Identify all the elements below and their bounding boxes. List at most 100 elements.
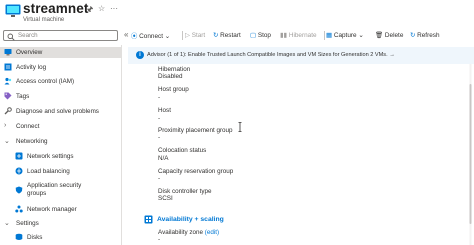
iam-icon [4,77,12,85]
stop-icon: ▢ [250,32,257,39]
sidebar-item-label: Disks [27,234,43,241]
sidebar-group-networking[interactable]: ⌄ Networking [0,136,121,147]
virtual-machine-icon [5,4,21,17]
chevron-down-icon: ⌄ [4,138,10,145]
hibernate-icon: ▮▮ [280,32,288,39]
edit-availability-zone-link[interactable]: (edit) [205,229,219,236]
sidebar-item-diagnose[interactable]: Diagnose and solve problems [0,106,121,117]
colocation-status-label: Colocation status [158,147,207,154]
disk-controller-type-value: SCSI [158,195,173,202]
connect-button[interactable]: ⦿ Connect ⌄ [131,31,170,40]
load-balancing-icon [15,167,23,175]
stop-label: Stop [257,32,271,39]
search-icon [7,33,15,41]
sidebar-item-label: Access control (IAM) [16,78,75,85]
sidebar-item-label-line2: groups [27,190,47,197]
resource-header: streamnet Virtual machine 🖈 ☆ ··· [0,0,474,27]
host-group-label: Host group [158,86,189,93]
sidebar-item-label: Application security [27,182,82,189]
restart-button[interactable]: ↻ Restart [213,31,241,39]
start-label: Start [191,32,206,39]
hibernate-label: Hibernate [288,32,317,39]
sidebar-item-access-control[interactable]: Access control (IAM) [0,76,121,87]
hibernation-value: Disabled [158,73,183,80]
refresh-label: Refresh [417,32,440,39]
connect-label: Connect [139,33,163,40]
capture-button[interactable]: ▦ Capture ⌄ [326,31,364,39]
text-cursor-icon [238,122,242,132]
start-button[interactable]: ▷ Start [185,31,205,39]
pin-icon[interactable]: 🖈 [86,4,93,18]
availability-scaling-icon [144,215,153,224]
chevron-right-icon: › [4,122,7,129]
tag-icon [4,92,12,100]
sidebar-item-label: Activity log [16,64,47,71]
proximity-placement-group-label: Proximity placement group [158,127,233,134]
properties-panel: Hibernation Disabled Host group - Host -… [122,64,474,245]
chevron-down-icon: ⌄ [4,220,10,227]
network-manager-icon [15,205,23,213]
arrow-right-icon: → [389,52,395,58]
host-label: Host [158,107,171,114]
capacity-reservation-group-label: Capacity reservation group [158,168,234,175]
proximity-placement-group-value: - [158,134,161,141]
host-value: - [158,115,161,122]
asg-icon [15,186,23,194]
colocation-status-value: N/A [158,155,169,162]
sidebar-search-input[interactable]: Search [3,30,118,41]
availability-zone-text: Availability zone [158,229,204,236]
advisor-banner[interactable]: i Advisor (1 of 1): Enable Trusted Launc… [128,47,474,64]
sidebar-item-network-manager[interactable]: Network manager [0,204,121,215]
capacity-reservation-group-value: - [158,175,161,182]
sidebar-item-disks[interactable]: Disks [0,232,121,243]
delete-icon: 🗑 [375,32,384,39]
sidebar: Overview Activity log Access control (IA… [0,45,122,245]
sidebar-item-label: Network manager [27,206,77,213]
capture-label: Capture [333,32,357,39]
disks-icon [15,233,23,240]
sidebar-item-label: Settings [16,220,39,227]
delete-button[interactable]: 🗑 Delete [375,31,403,39]
restart-label: Restart [220,32,241,39]
advisor-message: Advisor (1 of 1): Enable Trusted Launch … [147,52,388,58]
command-bar: ⦿ Connect ⌄ ▷ Start ↻ Restart ▢ Stop ▮▮ … [128,28,474,42]
page-title: streamnet [23,1,89,16]
sidebar-item-network-settings[interactable]: Network settings [0,151,121,162]
activity-log-icon [4,63,12,71]
availability-zone-label: Availability zone (edit) [158,229,219,236]
page-subtitle: Virtual machine [23,17,65,23]
sidebar-item-activity-log[interactable]: Activity log [0,62,121,73]
connect-icon: ⦿ [131,33,138,40]
availability-scaling-heading: Availability + scaling [157,216,224,223]
sidebar-item-load-balancing[interactable]: Load balancing [0,166,121,177]
advisor-text: Advisor (1 of 1): Enable Trusted Launch … [147,52,395,58]
sidebar-item-label: Tags [16,93,30,100]
sidebar-group-settings[interactable]: ⌄ Settings [0,218,121,229]
hibernate-button[interactable]: ▮▮ Hibernate [280,31,317,39]
sidebar-item-connect[interactable]: › Connect [0,121,121,132]
sidebar-item-label: Networking [16,138,48,145]
sidebar-item-application-security-groups[interactable]: Application security groups [0,181,121,201]
more-icon[interactable]: ··· [110,4,118,13]
sidebar-item-label: Network settings [27,153,74,160]
sidebar-item-overview[interactable]: Overview [0,47,121,58]
overview-icon [4,49,12,56]
refresh-button[interactable]: ↻ Refresh [410,31,440,39]
stop-button[interactable]: ▢ Stop [250,31,271,39]
chevron-down-icon: ⌄ [358,32,364,39]
sidebar-item-label: Load balancing [27,168,70,175]
wrench-icon [4,107,12,115]
info-icon: i [136,51,144,59]
content-scrollbar[interactable] [468,64,473,245]
search-placeholder: Search [18,32,38,39]
sidebar-item-tags[interactable]: Tags [0,91,121,102]
network-settings-icon [15,152,23,160]
toolbar-separator [182,31,183,40]
host-group-value: - [158,94,161,101]
sidebar-item-label: Diagnose and solve problems [16,108,99,115]
refresh-icon: ↻ [410,32,416,39]
play-icon: ▷ [185,32,190,39]
star-icon[interactable]: ☆ [98,4,105,13]
disk-controller-type-label: Disk controller type [158,188,212,195]
toolbar-separator [324,31,325,40]
